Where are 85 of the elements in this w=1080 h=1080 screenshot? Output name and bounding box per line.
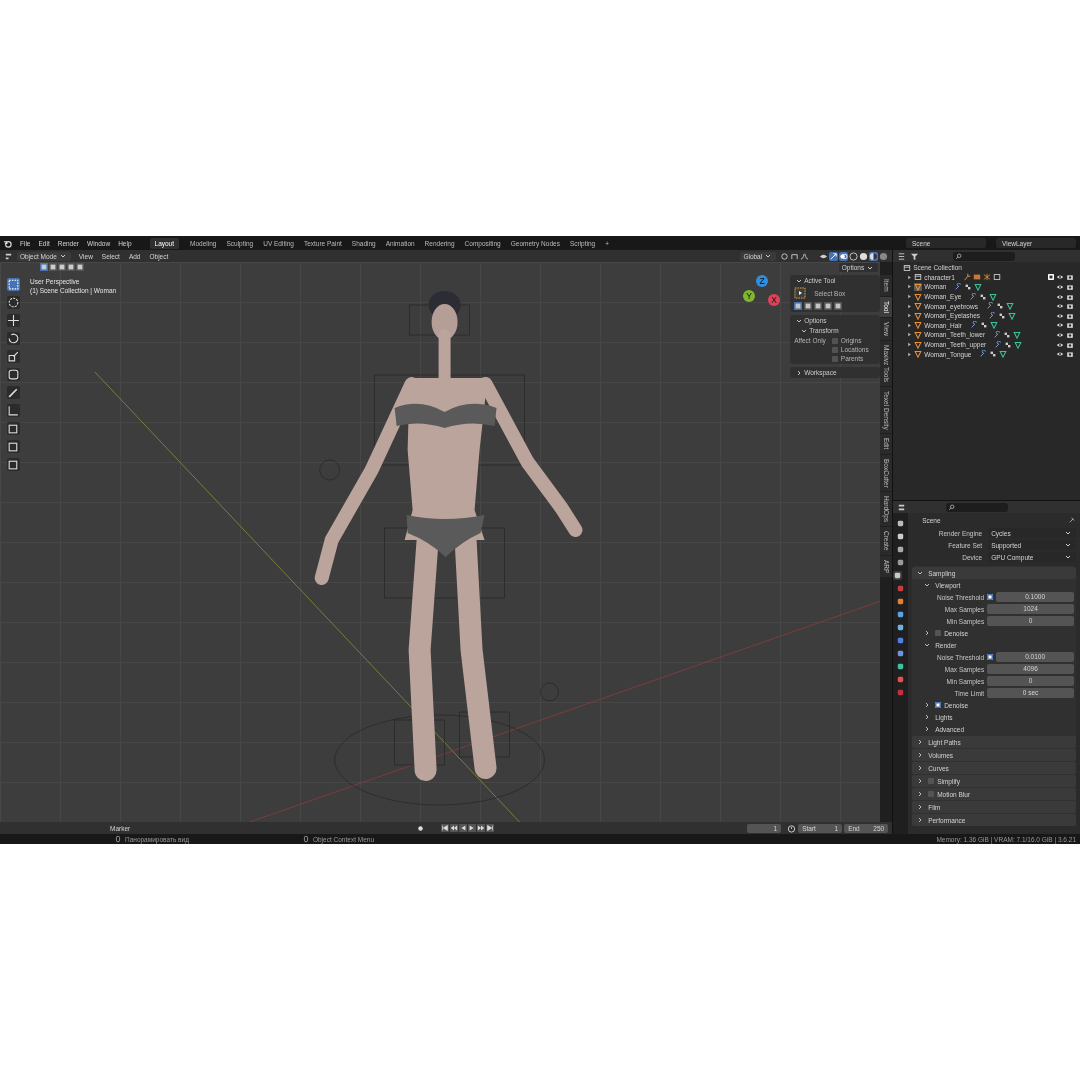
blender-logo-icon[interactable] xyxy=(3,238,12,248)
shading-wireframe-icon[interactable] xyxy=(849,251,859,261)
select-mode-icon[interactable] xyxy=(67,263,75,271)
exclude-checkbox[interactable] xyxy=(1048,274,1054,281)
next-key-icon[interactable] xyxy=(477,824,486,832)
transform-icon[interactable] xyxy=(6,368,20,381)
select-box-icon[interactable] xyxy=(794,287,807,299)
armature-icon xyxy=(962,273,971,282)
editor-type-icon[interactable] xyxy=(4,251,13,261)
select-mode-icon[interactable] xyxy=(76,263,84,271)
wrench-icon xyxy=(969,292,978,301)
mouse-icon xyxy=(301,835,310,843)
editor-type-icon[interactable] xyxy=(897,502,907,512)
collection-icon xyxy=(992,273,1001,282)
collection-icon xyxy=(903,263,912,272)
object-icon xyxy=(972,273,981,282)
select-mode-icon[interactable] xyxy=(58,263,66,271)
camera-icon[interactable] xyxy=(1066,292,1074,301)
gizmo-axis-button[interactable]: Z xyxy=(756,275,769,287)
cursor-icon[interactable] xyxy=(6,296,20,309)
chevron-icon xyxy=(765,253,772,259)
display-mode-icon[interactable] xyxy=(897,251,907,261)
gizmo-axis-button[interactable]: Y xyxy=(743,290,756,302)
chevron-icon xyxy=(867,264,874,271)
camera-icon[interactable] xyxy=(1066,283,1074,291)
shading-material-icon[interactable] xyxy=(869,251,879,261)
shading-rendered-icon[interactable] xyxy=(879,251,889,261)
camera-icon[interactable] xyxy=(1066,302,1074,311)
field-checkbox[interactable] xyxy=(987,594,994,600)
search-icon xyxy=(955,252,963,260)
mesh-data-icon xyxy=(990,321,998,330)
chevron-icon xyxy=(59,253,66,259)
select-new-icon[interactable] xyxy=(40,263,48,271)
eye-icon[interactable] xyxy=(1056,283,1064,291)
select-mode-icon[interactable] xyxy=(794,302,803,310)
select-mode-icon[interactable] xyxy=(824,302,833,310)
search-icon xyxy=(948,503,956,511)
wrench-icon xyxy=(979,350,988,359)
proportional-icon[interactable] xyxy=(800,251,810,261)
play-icon[interactable] xyxy=(468,824,477,832)
wrench-icon xyxy=(988,311,997,320)
add-cube-icon[interactable] xyxy=(6,422,20,435)
record-icon[interactable] xyxy=(416,823,426,833)
select-mode-icon[interactable] xyxy=(804,302,813,310)
previous-key-icon[interactable] xyxy=(450,824,459,832)
camera-icon[interactable] xyxy=(1066,273,1074,282)
scale-icon[interactable] xyxy=(6,350,20,363)
armature-pose-icon xyxy=(982,273,991,282)
move-icon[interactable] xyxy=(6,314,20,327)
select-box-icon[interactable] xyxy=(6,278,20,291)
extrude-icon[interactable] xyxy=(6,440,20,453)
rotate-icon[interactable] xyxy=(6,332,20,345)
snap-icon[interactable] xyxy=(790,251,800,261)
shading-solid-icon[interactable] xyxy=(859,251,869,261)
overlay-toggle-icon[interactable] xyxy=(839,251,849,261)
jump-start-icon[interactable] xyxy=(441,824,450,832)
camera-icon[interactable] xyxy=(1066,340,1074,349)
select-mode-icon[interactable] xyxy=(49,263,57,271)
chevron-icon xyxy=(796,369,803,376)
select-mode-icon[interactable] xyxy=(834,302,843,310)
camera-icon[interactable] xyxy=(1066,321,1074,330)
search-field[interactable] xyxy=(946,502,1009,512)
camera-icon[interactable] xyxy=(1066,350,1074,359)
pivot-icon[interactable] xyxy=(780,251,790,261)
spin-icon[interactable] xyxy=(6,458,20,471)
material-grid-icon xyxy=(980,321,988,330)
select-mode-icon[interactable] xyxy=(814,302,823,310)
jump-end-icon[interactable] xyxy=(486,824,495,832)
camera-icon[interactable] xyxy=(1066,311,1074,320)
pin-icon[interactable] xyxy=(1067,515,1076,525)
chevron-icon xyxy=(796,277,803,284)
wrench-icon xyxy=(993,330,1002,339)
stopwatch-icon[interactable] xyxy=(787,823,797,833)
gizmo-axis-button[interactable]: X xyxy=(768,294,781,306)
wrench-icon xyxy=(994,340,1003,349)
gizmo-toggle-icon[interactable] xyxy=(829,251,839,261)
wrench-icon xyxy=(985,302,994,311)
wrench-icon xyxy=(954,283,963,291)
mouse-icon xyxy=(114,835,122,843)
annotate-icon[interactable] xyxy=(6,386,20,399)
field-checkbox[interactable] xyxy=(987,654,994,660)
wrench-icon xyxy=(970,321,978,330)
viewport-area[interactable] xyxy=(0,262,893,822)
measure-icon[interactable] xyxy=(6,404,20,417)
search-field[interactable] xyxy=(953,251,1016,261)
